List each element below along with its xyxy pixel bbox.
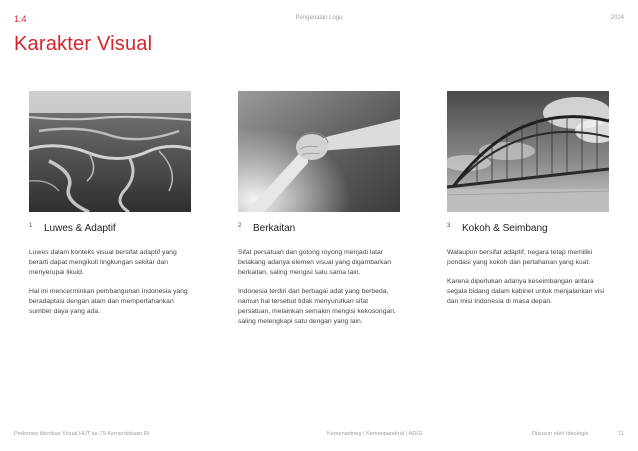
item-description: Walaupun bersifat adaptif, negara tetap … <box>447 248 609 307</box>
item-heading: 3 Kokoh & Seimbang <box>447 223 609 237</box>
header-year: 2024 <box>610 15 624 21</box>
page-title: Karakter Visual <box>14 33 153 55</box>
footer-institutions: Kemensetneg | Kemenparekraf | ADGI <box>327 431 423 437</box>
item-title: Berkaitan <box>253 223 296 234</box>
item-paragraph: Walaupun bersifat adaptif, negara tetap … <box>447 249 593 266</box>
item-heading: 2 Berkaitan <box>238 223 400 237</box>
page-number: 11 <box>618 431 624 437</box>
clasped-hands-image <box>238 91 400 212</box>
arch-bridge-image <box>447 91 609 212</box>
item-number: 2 <box>238 223 242 229</box>
item-heading: 1 Luwes & Adaptif <box>29 223 191 237</box>
item-description: Luwes dalam konteks visual bersifat adap… <box>29 248 191 317</box>
item-description: Sifat persatuan dan gotong royong menjad… <box>238 248 400 326</box>
document-title: Pengenalan Logo <box>295 15 343 21</box>
character-item-luwes-adaptif: 1 Luwes & Adaptif Luwes dalam konteks vi… <box>29 91 191 326</box>
item-paragraph: Indonesia terdiri dari berbagai adat yan… <box>238 288 396 325</box>
item-paragraph: Karena diperlukan adanya keseimbangan an… <box>447 278 605 305</box>
character-item-kokoh-seimbang: 3 Kokoh & Seimbang Walaupun bersifat ada… <box>447 91 609 317</box>
item-number: 1 <box>29 223 33 229</box>
footer-credit: Disusun oleh Ideologie <box>532 431 589 437</box>
item-paragraph: Hal ini mencerminkan pembangunan Indones… <box>29 288 188 315</box>
item-paragraph: Luwes dalam konteks visual bersifat adap… <box>29 249 177 276</box>
river-landscape-image <box>29 91 191 212</box>
item-paragraph: Sifat persatuan dan gotong royong menjad… <box>238 249 392 276</box>
item-number: 3 <box>447 223 451 229</box>
item-title: Kokoh & Seimbang <box>462 223 548 234</box>
character-item-berkaitan: 2 Berkaitan Sifat persatuan dan gotong r… <box>238 91 400 336</box>
item-title: Luwes & Adaptif <box>44 223 116 234</box>
footer-document-name: Pedoman Identitas Visual HUT ke-79 Kemer… <box>14 431 150 437</box>
